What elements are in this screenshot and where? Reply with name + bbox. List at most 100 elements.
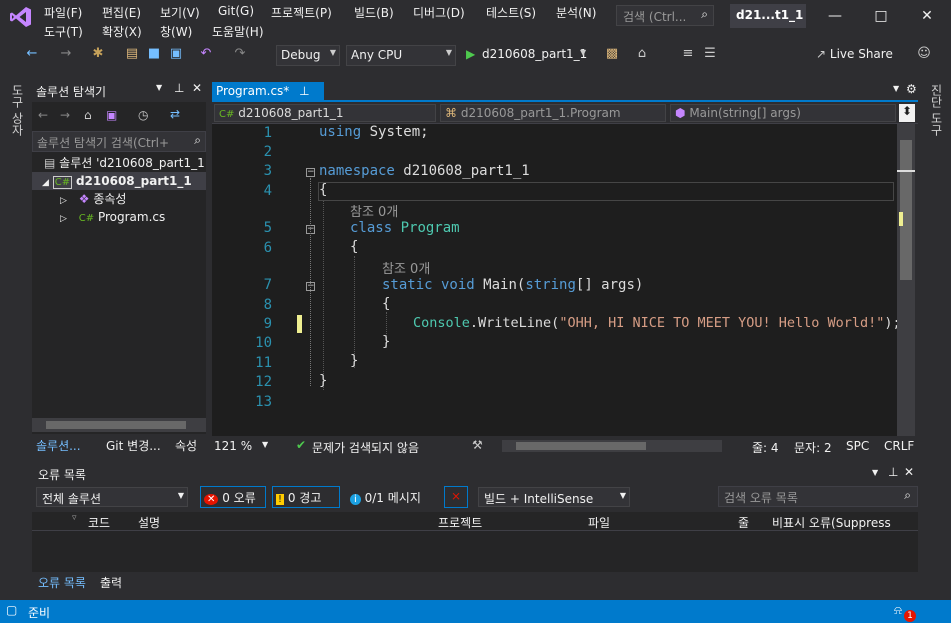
live-share-button[interactable]: ↗ Live Share [816,47,893,61]
run-icon[interactable]: ▶ [466,47,475,61]
save-icon[interactable]: ■ [146,46,162,62]
tree-item-program-cs[interactable]: ▷ C# Program.cs [60,208,165,226]
spacing-indicator[interactable]: SPC [846,439,869,453]
tab-error-list[interactable]: 오류 목록 [38,574,86,591]
column-line[interactable]: 줄 [738,514,749,531]
pin-icon[interactable]: ⊥ [888,465,898,479]
codelens-references[interactable]: 참조 0개 [350,201,398,220]
browser-icon[interactable]: ▩ [604,46,620,62]
back-icon[interactable]: ← [24,46,40,62]
maximize-button[interactable]: □ [866,4,896,28]
build-filter-dropdown[interactable]: 빌드 + IntelliSense ▼ [478,487,630,507]
menu-build[interactable]: 빌드(B) [354,4,394,21]
pin-icon[interactable]: ⊥ [299,84,309,98]
column-description[interactable]: 설명 [138,514,160,531]
collapse-icon[interactable]: − [306,168,315,177]
bookmark-icon[interactable]: ☰ [702,46,718,62]
tab-output[interactable]: 출력 [100,574,122,591]
menu-git[interactable]: Git(G) [218,4,254,18]
switch-views-icon[interactable]: ▣ [106,108,117,122]
pending-changes-icon[interactable]: ◷ [138,108,148,122]
codelens-references[interactable]: 참조 0개 [382,258,430,277]
new-item-icon[interactable]: ✱ [90,46,106,62]
close-window-button[interactable]: ✕ [912,4,942,28]
tab-solution[interactable]: 솔루션... [36,437,81,454]
settings-icon[interactable]: ⚙ [906,82,917,96]
sync-icon[interactable]: ⇄ [170,107,180,121]
solution-search-input[interactable]: 솔루션 탐색기 검색(Ctrl+ ⌕ [32,131,206,152]
menu-test[interactable]: 테스트(S) [486,4,536,21]
close-icon[interactable]: ✕ [192,81,202,95]
tab-git-changes[interactable]: Git 변경... [106,437,161,454]
zoom-dropdown[interactable]: 121 % [214,439,252,453]
line-ending-indicator[interactable]: CRLF [884,439,914,453]
align-icon[interactable]: ≡ [680,46,696,62]
editor-horizontal-scrollbar[interactable] [502,440,722,452]
undo-icon[interactable]: ↶ [198,46,214,62]
nav-member-dropdown[interactable]: ⬢ Main(string[] args) [670,104,896,122]
scrollbar-thumb[interactable] [46,421,186,429]
dropdown-icon[interactable]: ▼ [156,83,162,92]
editor-tab-program-cs[interactable]: Program.cs* ⊥ ✕ [212,82,324,112]
save-all-icon[interactable]: ▣ [168,46,184,62]
editor-vertical-scrollbar[interactable] [897,124,915,436]
menu-help[interactable]: 도움말(H) [212,23,264,40]
filter-clear-icon[interactable]: ⨯ [444,486,468,508]
forward-icon[interactable]: → [58,46,74,62]
warnings-filter-button[interactable]: ! 0 경고 [272,486,340,508]
error-search-input[interactable]: 검색 오류 목록 ⌕ [718,486,918,507]
scrollbar-thumb[interactable] [516,442,646,450]
home-icon[interactable]: ⌂ [84,108,92,122]
menu-view[interactable]: 보기(V) [160,4,200,21]
menu-file[interactable]: 파일(F) [44,4,82,21]
column-project[interactable]: 프로젝트 [438,514,482,531]
diagnostic-tools-tab[interactable]: 진단 도구 [928,84,945,136]
menu-analyze[interactable]: 분석(N) [556,4,596,21]
minimize-button[interactable]: — [820,4,850,28]
tree-item-project[interactable]: ◢ C# d210608_part1_1 [32,172,206,190]
menu-window[interactable]: 창(W) [160,23,192,40]
chevron-down-icon[interactable]: ▼ [262,440,268,449]
feedback-icon[interactable]: ☺ [916,46,932,62]
forward-icon[interactable]: → [60,108,70,122]
errors-filter-button[interactable]: ✕ 0 오류 [200,486,266,508]
open-folder-icon[interactable]: ▤ [124,46,140,62]
scrollbar-thumb[interactable] [900,140,912,280]
column-code[interactable]: 코드 [88,514,110,531]
scope-dropdown[interactable]: 전체 솔루션 ▼ [36,487,188,507]
pin-icon[interactable]: ⊥ [174,81,184,95]
back-icon[interactable]: ← [38,108,48,122]
solution-horizontal-scrollbar[interactable] [32,418,206,432]
menu-debug[interactable]: 디버그(D) [413,4,465,21]
tab-list-dropdown-icon[interactable]: ▼ [893,84,899,93]
messages-filter-button[interactable]: i 0/1 메시지 [348,486,434,508]
home-icon[interactable]: ⌂ [634,46,650,62]
column-file[interactable]: 파일 [588,514,610,531]
platform-dropdown[interactable]: Any CPU ▼ [346,45,456,66]
menu-tools[interactable]: 도구(T) [44,23,83,40]
redo-icon[interactable]: ↷ [232,46,248,62]
tab-properties[interactable]: 속성 [175,437,197,454]
tree-item-solution[interactable]: ▤ 솔루션 'd210608_part1_1 [44,154,206,172]
column-suppression[interactable]: 비표시 오류(Suppress [772,514,891,531]
menu-edit[interactable]: 편집(E) [102,4,141,21]
menu-project[interactable]: 프로젝트(P) [271,4,332,21]
nav-class-dropdown[interactable]: ⌘ d210608_part1_1.Program [440,104,666,122]
filter-icon[interactable]: ▿ [72,513,77,523]
toolbox-tab[interactable]: 도구 상자 [9,84,26,136]
notification-bell-icon[interactable]: ⍾ [894,603,902,618]
dropdown-icon[interactable]: ▼ [872,468,878,477]
issues-status[interactable]: 문제가 검색되지 않음 [312,439,419,456]
line-number: 12 [255,374,272,390]
close-icon[interactable]: ✕ [904,465,914,479]
menu-extensions[interactable]: 확장(X) [102,23,142,40]
tree-item-dependencies[interactable]: ▷ ❖ 종속성 [60,190,126,208]
run-target-button[interactable]: d210608_part1_1 [482,47,587,61]
source-control-icon[interactable]: ▢ [6,603,17,617]
global-search-input[interactable]: 검색 (Ctrl... ⌕ [616,5,714,26]
nav-project-dropdown[interactable]: C# d210608_part1_1 [214,104,436,122]
cleanup-icon[interactable]: ⚒ [472,438,483,452]
config-dropdown[interactable]: Debug ▼ [276,45,340,66]
split-editor-icon[interactable]: ⬍ [899,104,915,122]
chevron-down-icon[interactable]: ▼ [580,48,586,57]
